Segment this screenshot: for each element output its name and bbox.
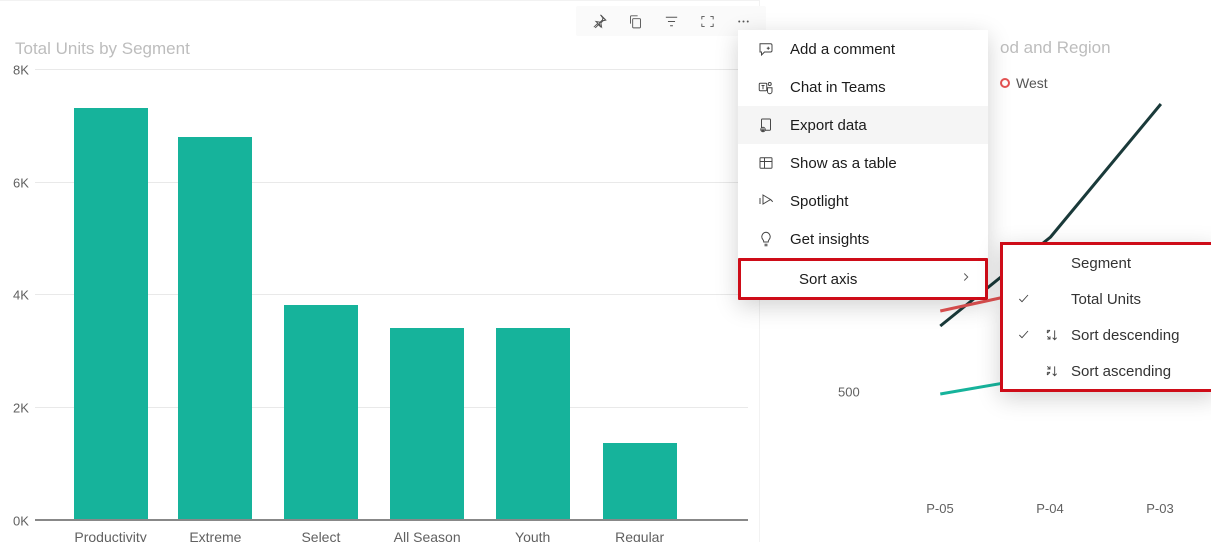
legend-west[interactable]: West [1000,75,1048,91]
y-tick: 0K [13,514,29,529]
menu-chat-teams[interactable]: Chat in Teams [738,68,988,106]
x-tick: Regular [615,529,664,542]
submenu-label: Segment [1071,255,1203,272]
filter-icon[interactable] [662,12,680,30]
legend-swatch-icon [1000,78,1010,88]
submenu-sort-ascending[interactable]: Sort ascending [1003,353,1211,389]
bar-extreme[interactable] [178,137,252,520]
sort-axis-submenu: Segment Total Units Sort descending Sort… [1000,242,1211,392]
bar-chart-title: Total Units by Segment [15,39,190,59]
line-chart-title-fragment: od and Region [1000,38,1111,58]
menu-label: Export data [790,117,867,134]
x-tick: Productivity [74,529,146,542]
menu-sort-axis[interactable]: Sort axis [738,258,988,300]
comment-icon [756,39,776,59]
pin-icon[interactable] [590,12,608,30]
submenu-sort-descending[interactable]: Sort descending [1003,317,1211,353]
y-tick: 6K [13,175,29,190]
check-placeholder [1015,254,1033,272]
menu-label: Get insights [790,231,869,248]
context-menu: Add a comment Chat in Teams Export data … [738,30,988,300]
sort-asc-icon [1043,362,1061,380]
x-tick: Youth [515,529,550,542]
x-tick: Extreme [189,529,241,542]
bar-regular[interactable] [603,443,677,519]
submenu-total-units[interactable]: Total Units [1003,281,1211,317]
spotlight-icon [756,191,776,211]
x-tick: All Season [394,529,461,542]
y-tick: 8K [13,63,29,78]
menu-label: Add a comment [790,41,895,58]
copy-icon[interactable] [626,12,644,30]
menu-add-comment[interactable]: Add a comment [738,30,988,68]
check-placeholder [1015,362,1033,380]
table-icon [756,153,776,173]
x-tick: P-04 [1036,501,1063,516]
menu-show-table[interactable]: Show as a table [738,144,988,182]
y-tick: 2K [13,400,29,415]
export-icon [756,115,776,135]
focus-icon[interactable] [698,12,716,30]
menu-label: Sort axis [799,271,857,288]
legend-label: West [1016,75,1048,91]
submenu-label: Sort ascending [1071,363,1203,380]
menu-spotlight[interactable]: Spotlight [738,182,988,220]
x-tick: Select [301,529,340,542]
check-icon [1015,290,1033,308]
menu-get-insights[interactable]: Get insights [738,220,988,258]
menu-label: Spotlight [790,193,848,210]
check-icon [1015,326,1033,344]
bar-chart-plot: 8K 6K 4K 2K 0K Productivity Extreme Sele… [35,69,748,519]
submenu-label: Sort descending [1071,327,1203,344]
bar-productivity[interactable] [74,108,148,519]
bulb-icon [756,229,776,249]
menu-export-data[interactable]: Export data [738,106,988,144]
y-tick: 4K [13,288,29,303]
chevron-right-icon [959,270,973,288]
x-tick: P-05 [926,501,953,516]
menu-label: Chat in Teams [790,79,886,96]
more-icon[interactable] [734,12,752,30]
bar-select[interactable] [284,305,358,519]
bar-youth[interactable] [496,328,570,519]
bar-all-season[interactable] [390,328,464,519]
submenu-label: Total Units [1071,291,1203,308]
menu-label: Show as a table [790,155,897,172]
teams-icon [756,77,776,97]
sort-desc-icon [1043,326,1061,344]
bar-chart-visual[interactable]: Total Units by Segment 8K 6K 4K 2K 0K Pr… [0,0,760,542]
submenu-segment[interactable]: Segment [1003,245,1211,281]
x-tick: P-03 [1146,501,1173,516]
